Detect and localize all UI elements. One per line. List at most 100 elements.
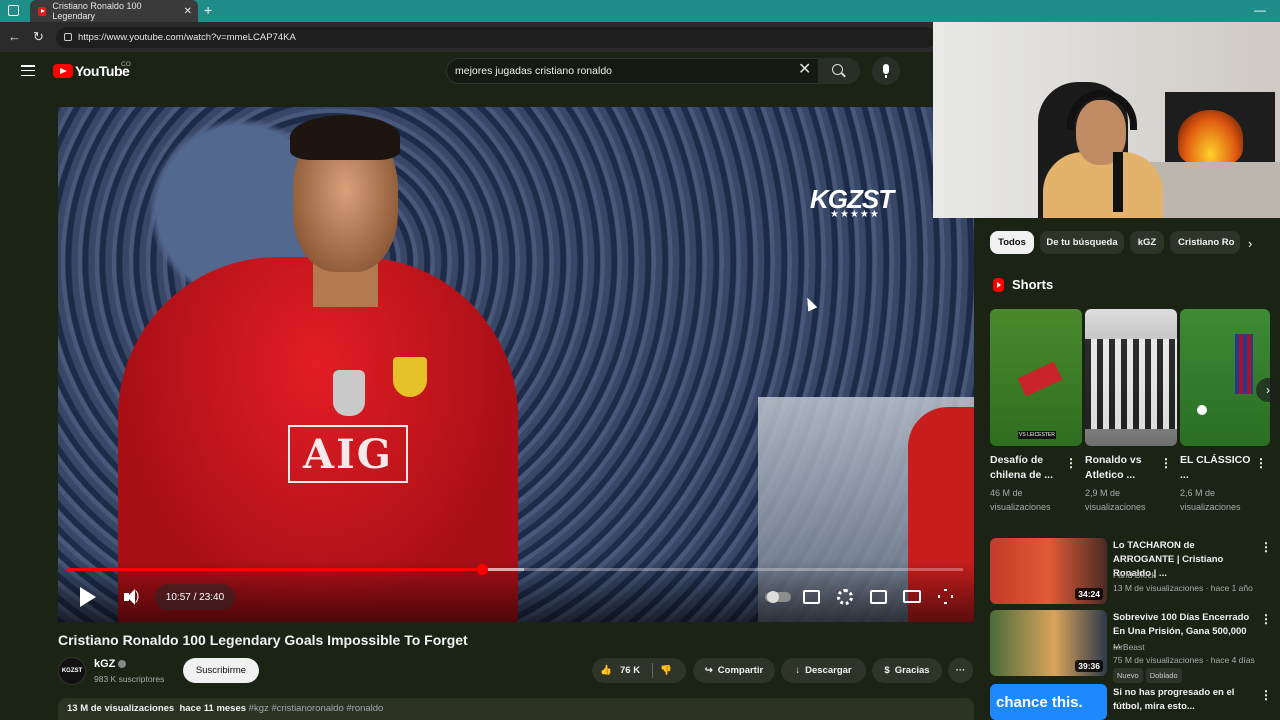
watermark-stars: ★★★★★ (830, 209, 880, 220)
autoplay-toggle[interactable] (765, 591, 791, 603)
progress-scrubber[interactable] (476, 564, 488, 575)
short-menu-icon[interactable]: ⋮ (1065, 456, 1077, 470)
chip-cristiano[interactable]: Cristiano Ro (1170, 231, 1240, 254)
share-button[interactable]: ↪ Compartir (693, 658, 775, 683)
shorts-next-icon[interactable]: › (1256, 378, 1280, 402)
chip-from-search[interactable]: De tu búsqueda (1040, 231, 1124, 254)
download-icon: ↓ (795, 665, 801, 676)
short-thumbnail[interactable] (1085, 309, 1177, 446)
share-icon: ↪ (704, 665, 713, 676)
volume-icon[interactable] (122, 586, 144, 608)
tab-close-icon[interactable]: ✕ (184, 6, 192, 17)
play-icon[interactable] (80, 587, 96, 607)
tab-actions-icon[interactable] (8, 5, 19, 16)
tag-new: Nuevo (1113, 668, 1143, 683)
new-tab-icon[interactable]: + (204, 3, 212, 17)
download-label: Descargar (805, 665, 852, 676)
verified-check-icon (118, 660, 126, 668)
voice-search-icon[interactable] (872, 57, 900, 85)
search-icon (832, 64, 843, 75)
club-crest (393, 357, 427, 397)
share-label: Compartir (717, 665, 764, 676)
subtitles-icon[interactable] (803, 590, 820, 604)
short-thumb-label: VS LEICESTER (1018, 431, 1056, 439)
settings-gear-icon[interactable] (837, 589, 853, 605)
upload-age: hace 11 meses (179, 703, 247, 714)
progress-played (67, 568, 482, 571)
short-views: 2,6 M de visualizaciones (1180, 488, 1241, 512)
short-menu-icon[interactable]: ⋮ (1160, 456, 1172, 470)
view-count: 13 M de visualizaciones (67, 703, 175, 714)
video-duration: 39:36 (1075, 660, 1103, 672)
short-views: 2,9 M de visualizaciones (1085, 488, 1146, 512)
address-bar[interactable]: https://www.youtube.com/watch?v=mmeLCAP7… (56, 27, 936, 48)
miniplayer-icon[interactable] (870, 590, 887, 604)
video-tags: Nuevo Doblado (1113, 668, 1258, 683)
subscribe-button[interactable]: Suscribirme (183, 658, 259, 683)
short-title[interactable]: Desafío de chilena de ... (990, 453, 1064, 483)
video-menu-icon[interactable]: ⋮ (1260, 688, 1272, 702)
like-count[interactable]: 76 K (620, 665, 640, 676)
chips-next-icon[interactable]: › (1248, 236, 1252, 251)
video-title-link[interactable]: Si no has progresado en el fútbol, mira … (1113, 686, 1255, 714)
short-views: 46 M de visualizaciones (990, 488, 1051, 512)
subscriber-count: 983 K suscriptores (94, 674, 165, 684)
short-thumbnail[interactable] (1180, 309, 1270, 446)
time-display: 10:57 / 23:40 (155, 584, 235, 610)
hamburger-menu-icon[interactable] (21, 65, 35, 79)
video-thumbnail[interactable]: 34:24 (990, 538, 1107, 604)
video-thumbnail[interactable]: 39:36 (990, 610, 1107, 676)
chip-all[interactable]: Todos (990, 231, 1034, 254)
channel-name[interactable]: kGZ (94, 658, 115, 670)
video-meta: 13 M de visualizaciones · hace 1 año (1113, 583, 1253, 593)
thumbnail-text: chance this. (996, 693, 1083, 711)
thanks-label: Gracias (894, 665, 930, 676)
thumbs-down-icon[interactable]: 👎 (660, 665, 672, 676)
short-thumbnail[interactable]: VS LEICESTER (990, 309, 1082, 446)
minimize-icon[interactable]: — (1254, 3, 1266, 17)
video-menu-icon[interactable]: ⋮ (1260, 540, 1272, 554)
video-menu-icon[interactable]: ⋮ (1260, 612, 1272, 626)
thumbs-up-icon[interactable]: 👍 (600, 665, 612, 676)
hashtags[interactable]: #kgz #cristianoronaldo #ronaldo (249, 703, 384, 714)
shorts-icon (993, 278, 1004, 292)
download-button[interactable]: ↓ Descargar (781, 658, 866, 683)
webcam-overlay (933, 22, 1280, 218)
jersey-sponsor: AIG (288, 425, 408, 483)
video-player[interactable]: AIG KGZST ★★★★★ (58, 107, 974, 622)
thanks-button[interactable]: $ Gracias (872, 658, 942, 683)
short-title[interactable]: EL CLÁSSICO ... (1180, 453, 1254, 483)
more-actions-button[interactable]: ··· (948, 658, 973, 683)
shorts-heading: Shorts (1012, 277, 1054, 292)
progress-bar[interactable] (67, 564, 963, 575)
description-box[interactable]: 13 M de visualizaciones hace 11 meses #k… (58, 698, 974, 720)
like-divider (652, 663, 653, 678)
search-button[interactable] (818, 58, 860, 84)
site-info-icon[interactable] (64, 33, 72, 41)
country-code: CO (121, 61, 131, 68)
reload-icon[interactable]: ↻ (33, 29, 44, 45)
video-duration: 34:24 (1075, 588, 1103, 600)
clear-search-icon[interactable]: ✕ (798, 62, 811, 78)
video-meta: 75 M de visualizaciones · hace 4 días (1113, 655, 1255, 665)
video-channel[interactable]: Farid Dieck (1113, 569, 1258, 582)
video-channel[interactable]: MrBeast (1113, 641, 1258, 654)
browser-tab[interactable]: Cristiano Ronaldo 100 Legendary ✕ (30, 0, 198, 22)
volume-waves: ) (135, 588, 140, 603)
theater-mode-icon[interactable] (903, 590, 921, 603)
like-dislike-group: 👍 76 K 👎 (592, 658, 686, 683)
youtube-favicon-icon (38, 6, 47, 16)
tab-title: Cristiano Ronaldo 100 Legendary (52, 1, 142, 21)
search-input[interactable]: mejores jugadas cristiano ronaldo (446, 58, 820, 84)
video-title: Cristiano Ronaldo 100 Legendary Goals Im… (58, 632, 468, 648)
back-icon[interactable]: ← (8, 29, 21, 44)
video-thumbnail[interactable]: chance this. (990, 684, 1107, 720)
short-menu-icon[interactable]: ⋮ (1255, 456, 1267, 470)
thanks-icon: $ (884, 665, 890, 676)
tag-dubbed: Doblado (1145, 668, 1182, 683)
chip-kgz[interactable]: kGZ (1130, 231, 1164, 254)
youtube-logo-icon[interactable] (53, 64, 73, 78)
channel-avatar[interactable]: KGZST (58, 657, 86, 685)
short-title[interactable]: Ronaldo vs Atletico ... (1085, 453, 1159, 483)
microphone (1113, 152, 1123, 212)
